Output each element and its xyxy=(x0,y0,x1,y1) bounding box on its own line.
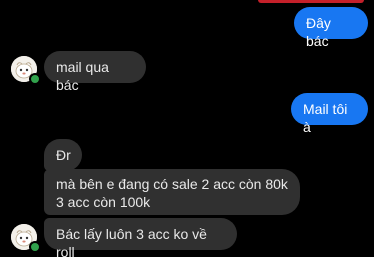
online-status-dot xyxy=(29,241,41,253)
incoming-message[interactable]: mà bên e đang có sale 2 acc còn 80k 3 ac… xyxy=(44,169,300,215)
incoming-message[interactable]: Bác lấy luôn 3 acc ko về roll xyxy=(44,218,237,257)
incoming-message[interactable]: mail qua bác xyxy=(44,51,146,93)
chat-thread: Đây bác mail qua bác Mail tôi à Đr mà bê… xyxy=(0,0,374,257)
contact-avatar[interactable] xyxy=(11,56,41,85)
contact-avatar[interactable] xyxy=(11,224,41,253)
previous-message-edge xyxy=(258,0,364,3)
online-status-dot xyxy=(29,73,41,85)
outgoing-message[interactable]: Mail tôi à xyxy=(291,93,368,135)
incoming-message[interactable]: Đr xyxy=(44,139,82,171)
outgoing-message[interactable]: Đây bác xyxy=(294,7,368,49)
